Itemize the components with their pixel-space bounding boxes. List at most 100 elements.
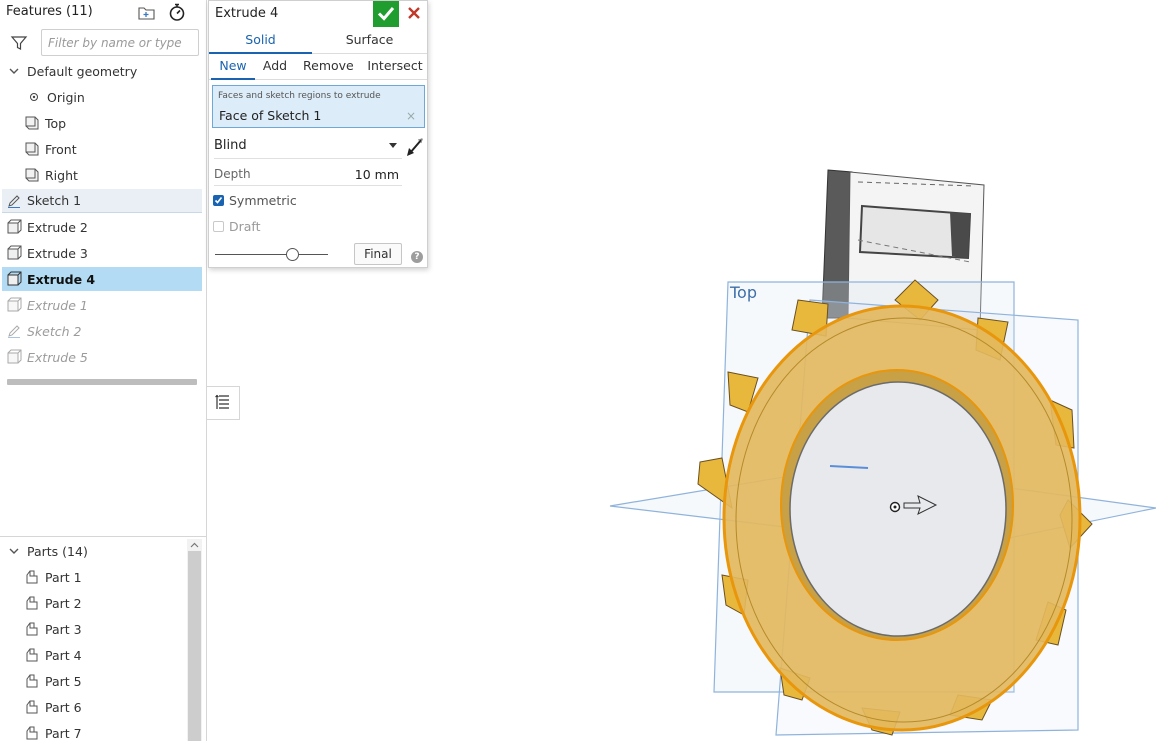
end-type-select[interactable]: Blind	[214, 135, 402, 159]
tree-item-origin[interactable]: Origin	[2, 85, 202, 109]
part-label: Part 1	[45, 569, 82, 585]
tree-item-sketch-1[interactable]: Sketch 1	[2, 189, 202, 213]
final-button[interactable]: Final	[354, 243, 402, 265]
rollback-slider-track[interactable]	[215, 254, 328, 255]
extrude-dialog: Extrude 4 Solid Surface New Add Remove I…	[208, 0, 428, 268]
part-item-3[interactable]: Part 3	[2, 617, 186, 641]
depth-input[interactable]: 10 mm	[329, 167, 399, 182]
body-type-tabs: Solid Surface	[209, 28, 427, 54]
rollback-bar[interactable]	[7, 379, 197, 385]
extrude-icon	[6, 297, 22, 313]
feature-tree-title: Features (11)	[6, 4, 93, 19]
extrude-icon	[6, 219, 22, 235]
tree-item-label: Extrude 4	[27, 271, 96, 287]
back-plate-slot-shade	[950, 212, 970, 258]
feature-list-toggle-button[interactable]	[207, 386, 240, 420]
add-folder-icon[interactable]	[137, 4, 157, 22]
flip-direction-arrow-icon[interactable]	[405, 136, 425, 158]
selection-field-value: Face of Sketch 1	[219, 108, 322, 123]
tree-item-extrude-3[interactable]: Extrude 3	[2, 241, 202, 265]
tree-item-extrude-1[interactable]: Extrude 1	[2, 293, 202, 317]
draft-checkbox[interactable]	[213, 221, 224, 232]
part-icon	[24, 673, 40, 689]
dropdown-caret-icon[interactable]	[389, 143, 397, 148]
part-icon	[24, 725, 40, 741]
tree-item-sketch-2[interactable]: Sketch 2	[2, 319, 202, 343]
part-item-2[interactable]: Part 2	[2, 591, 186, 615]
default-geometry-group[interactable]: Default geometry	[2, 59, 202, 83]
chevron-down-icon[interactable]	[6, 543, 22, 559]
extrude-icon	[6, 349, 22, 365]
part-item-6[interactable]: Part 6	[2, 695, 186, 719]
parts-group-header[interactable]: Parts (14)	[2, 539, 202, 563]
parts-scrollbar-thumb[interactable]	[188, 551, 201, 741]
tree-item-extrude-5[interactable]: Extrude 5	[2, 345, 202, 369]
plane-icon	[24, 141, 40, 157]
extrude-icon	[6, 245, 22, 261]
plane-label-top: Top	[729, 283, 757, 302]
parts-title: Parts (14)	[27, 543, 88, 559]
parts-list: Parts (14) Part 1 Part 2 Part 3 Part 4 P…	[0, 536, 207, 741]
part-item-4[interactable]: Part 4	[2, 643, 186, 667]
feature-tree-panel: Features (11) Default geometry Origin To…	[0, 0, 207, 741]
cancel-button[interactable]	[403, 3, 425, 25]
feature-filter-input[interactable]	[41, 29, 199, 56]
origin-point-center	[893, 505, 897, 509]
tab-add[interactable]: Add	[259, 54, 291, 80]
tab-intersect[interactable]: Intersect	[367, 54, 423, 80]
part-icon	[24, 595, 40, 611]
part-item-1[interactable]: Part 1	[2, 565, 186, 589]
part-label: Part 7	[45, 725, 82, 741]
3d-scene: Top	[609, 169, 1156, 736]
faces-selection-field[interactable]: Faces and sketch regions to extrude Face…	[212, 85, 425, 128]
tab-remove[interactable]: Remove	[303, 54, 354, 80]
tree-item-front-plane[interactable]: Front	[2, 137, 202, 161]
tree-item-extrude-4[interactable]: Extrude 4	[2, 267, 202, 291]
list-icon	[214, 393, 232, 414]
filter-funnel-icon[interactable]	[10, 34, 28, 52]
depth-underline	[214, 185, 402, 186]
rollback-slider-handle[interactable]	[286, 248, 299, 261]
origin-icon	[26, 89, 42, 105]
depth-label: Depth	[214, 167, 251, 181]
scroll-up-arrow-icon[interactable]	[187, 539, 202, 551]
part-label: Part 5	[45, 673, 82, 689]
part-label: Part 4	[45, 647, 82, 663]
close-icon	[407, 6, 421, 23]
tab-surface[interactable]: Surface	[318, 28, 421, 54]
symmetric-label: Symmetric	[229, 193, 297, 208]
checkmark-icon	[377, 5, 395, 24]
part-label: Part 3	[45, 621, 82, 637]
help-icon[interactable]: ?	[411, 251, 423, 263]
selection-field-label: Faces and sketch regions to extrude	[218, 91, 381, 101]
operation-tabs: New Add Remove Intersect	[209, 54, 427, 80]
tree-item-extrude-2[interactable]: Extrude 2	[2, 215, 202, 239]
part-icon	[24, 569, 40, 585]
sketch-pencil-icon	[6, 323, 22, 339]
part-label: Part 6	[45, 699, 82, 715]
tree-item-label: Top	[45, 115, 67, 131]
part-item-7[interactable]: Part 7	[2, 721, 186, 741]
tree-item-label: Extrude 2	[27, 219, 88, 235]
tab-solid[interactable]: Solid	[209, 28, 312, 54]
stopwatch-icon[interactable]	[167, 2, 187, 22]
plane-icon	[24, 115, 40, 131]
symmetric-checkbox[interactable]	[213, 195, 224, 206]
tree-item-right-plane[interactable]: Right	[2, 163, 202, 187]
accept-button[interactable]	[373, 1, 399, 27]
tree-item-label: Extrude 3	[27, 245, 88, 261]
tree-item-label: Front	[45, 141, 77, 157]
part-item-5[interactable]: Part 5	[2, 669, 186, 693]
chevron-down-icon[interactable]	[6, 63, 22, 79]
clear-selection-icon[interactable]: ×	[406, 109, 416, 123]
draft-label: Draft	[229, 219, 261, 234]
tree-item-label: Extrude 1	[27, 297, 88, 313]
dialog-title: Extrude 4	[215, 6, 279, 21]
tree-item-top-plane[interactable]: Top	[2, 111, 202, 135]
tab-new[interactable]: New	[211, 54, 255, 80]
feature-tree-header: Features (11)	[0, 0, 207, 26]
tree-item-label: Sketch 1	[27, 193, 82, 208]
part-icon	[24, 621, 40, 637]
3d-viewport[interactable]: Top	[430, 0, 1156, 741]
default-geometry-label: Default geometry	[27, 63, 138, 79]
